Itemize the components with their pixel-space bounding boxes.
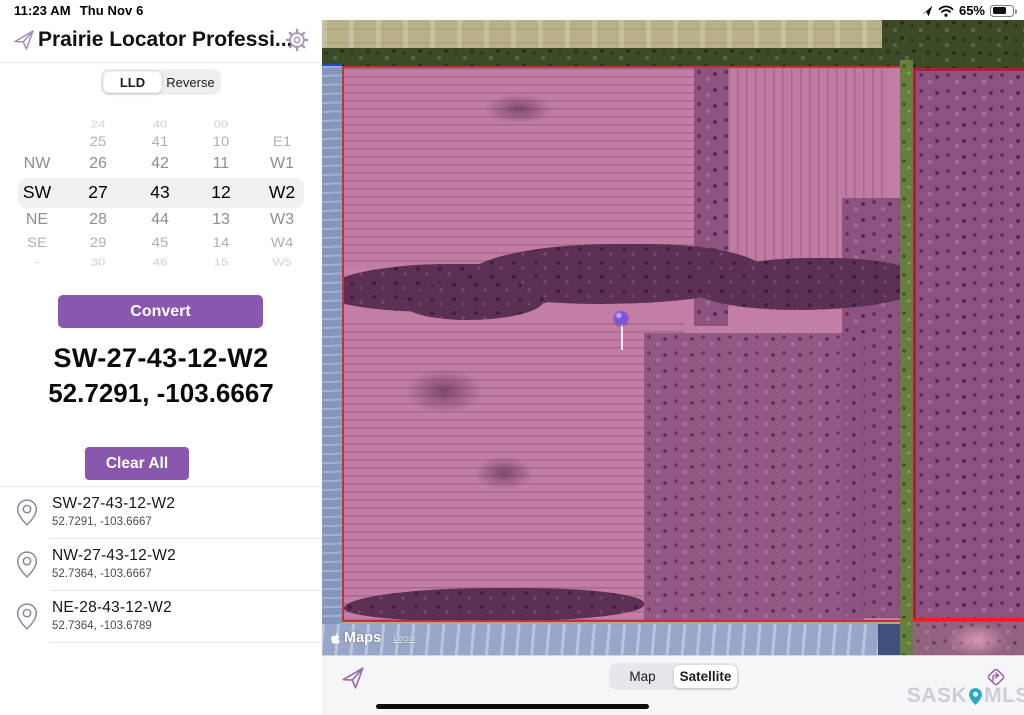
location-title: NE-28-43-12-W2 [52, 599, 172, 617]
map-pin-icon [16, 550, 38, 579]
map-bush [404, 280, 544, 320]
battery-icon [990, 5, 1014, 17]
picker-cell[interactable]: 30 [67, 256, 129, 268]
map-road-allowance [900, 60, 913, 655]
picker-cell[interactable]: 10 [190, 134, 252, 150]
map-overlay-blue-left [322, 66, 342, 624]
picker-cell[interactable]: 27 [67, 182, 129, 203]
tab-reverse[interactable]: Reverse [162, 71, 219, 93]
map-toolbar: Map Satellite SASK MLS [322, 655, 1024, 715]
map-type-satellite[interactable]: Satellite [674, 665, 737, 688]
map-dark-spot [404, 368, 484, 414]
map-attribution: Maps Legal [330, 630, 415, 646]
map-blue-patch [878, 624, 900, 655]
map-type-switch: Map Satellite [609, 663, 739, 690]
location-title: NW-27-43-12-W2 [52, 547, 176, 565]
picker-cell[interactable]: 28 [67, 211, 129, 229]
location-coordinates: 52.7291, -103.6667 [52, 516, 152, 528]
picker-cell[interactable]: W4 [251, 235, 313, 251]
legal-link[interactable]: Legal [393, 633, 415, 643]
map-blue-border [322, 64, 342, 66]
picker-cell[interactable]: 25 [67, 134, 129, 150]
picker-cell[interactable]: 11 [190, 155, 252, 173]
picker-cell[interactable]: 26 [67, 155, 129, 173]
picker-cell[interactable]: 09 [190, 118, 252, 130]
location-title: SW-27-43-12-W2 [52, 495, 175, 513]
status-icons: 65% [921, 3, 1014, 18]
mode-switch: LLD Reverse [101, 69, 221, 95]
lld-picker[interactable]: 244009 254110E1 NW264211W1 SW274312W2 NE… [0, 110, 322, 280]
map-pin-icon [16, 498, 38, 527]
picker-cell[interactable]: SE [6, 235, 68, 251]
battery-tip [1015, 9, 1017, 14]
maps-brand-label: Maps [344, 630, 381, 646]
pin-head [614, 311, 628, 325]
divider [50, 642, 322, 643]
picker-cell[interactable]: W1 [251, 155, 313, 173]
picker-cell[interactable]: 44 [129, 211, 191, 229]
map-path [947, 623, 1007, 655]
picker-cell[interactable]: 43 [129, 182, 191, 203]
header-divider [0, 62, 322, 63]
list-item[interactable]: NW-27-43-12-W2 52.7364, -103.6667 [0, 539, 322, 591]
tab-lld[interactable]: LLD [103, 71, 162, 93]
picker-cell[interactable]: 13 [190, 211, 252, 229]
picker-cell[interactable]: 45 [129, 235, 191, 251]
page-title: Prairie Locator Professi... [38, 28, 284, 52]
status-time-date: 11:23 AM Thu Nov 6 [14, 3, 143, 18]
pin-stick [621, 324, 624, 350]
nav-arrow-icon[interactable] [12, 28, 36, 52]
picker-cell[interactable]: 15 [190, 256, 252, 268]
picker-cell[interactable]: 41 [129, 134, 191, 150]
picker-cell[interactable]: SW [6, 182, 68, 203]
list-item[interactable]: SW-27-43-12-W2 52.7291, -103.6667 [0, 487, 322, 539]
satellite-map[interactable]: Maps Legal [322, 20, 1024, 655]
map-dark-spot [474, 456, 534, 490]
location-arrow-icon [921, 5, 933, 17]
picker-cell[interactable]: 29 [67, 235, 129, 251]
convert-button[interactable]: Convert [58, 295, 263, 328]
location-coordinates: 52.7364, -103.6789 [52, 620, 152, 632]
watermark-left-text: SASK [907, 684, 967, 708]
picker-cell[interactable]: 12 [190, 182, 252, 203]
map-type-map[interactable]: Map [611, 665, 674, 688]
map-trees [644, 333, 864, 622]
list-item[interactable]: NE-28-43-12-W2 52.7364, -103.6789 [0, 591, 322, 643]
picker-cell[interactable]: W3 [251, 211, 313, 229]
picker-cell[interactable]: NE [6, 211, 68, 229]
picker-cell[interactable]: 14 [190, 235, 252, 251]
saved-locations-list: SW-27-43-12-W2 52.7291, -103.6667 NW-27-… [0, 487, 322, 643]
status-time: 11:23 AM [14, 3, 71, 18]
picker-cell[interactable]: 40 [129, 118, 191, 130]
picker-cell[interactable]: E1 [251, 134, 313, 150]
gear-icon[interactable] [284, 27, 310, 53]
battery-percent-label: 65% [959, 3, 985, 18]
tracking-arrow-icon[interactable] [340, 665, 366, 691]
status-date: Thu Nov 6 [80, 3, 144, 18]
map-pin-icon [16, 602, 38, 631]
picker-cell[interactable]: 46 [129, 256, 191, 268]
watermark-pin-icon [968, 686, 983, 707]
picker-cell[interactable]: 42 [129, 155, 191, 173]
picker-cell[interactable]: NW [6, 155, 68, 173]
app-header: Prairie Locator Professi... [0, 22, 322, 62]
clear-all-button[interactable]: Clear All [85, 447, 189, 480]
apple-logo-icon [330, 632, 341, 645]
result-lld: SW-27-43-12-W2 [0, 343, 322, 374]
picker-cell[interactable]: - [6, 256, 68, 268]
map-overlay-quarter-right [913, 68, 1024, 622]
picker-cell[interactable]: W5 [251, 256, 313, 268]
wifi-icon [938, 5, 954, 17]
map-pin-marker[interactable] [614, 291, 629, 353]
converter-panel: 11:23 AM Thu Nov 6 Prairie Locator Profes… [0, 0, 322, 715]
map-dark-spot [484, 94, 554, 124]
result-coordinates: 52.7291, -103.6667 [0, 378, 322, 409]
home-indicator[interactable] [376, 704, 649, 709]
battery-fill [993, 7, 1007, 14]
picker-cell[interactable]: W2 [251, 182, 313, 203]
picker-cell[interactable]: 24 [67, 118, 129, 130]
location-coordinates: 52.7364, -103.6667 [52, 568, 152, 580]
watermark-right-text: MLS [984, 684, 1024, 708]
saskmls-watermark: SASK MLS [907, 684, 1024, 708]
